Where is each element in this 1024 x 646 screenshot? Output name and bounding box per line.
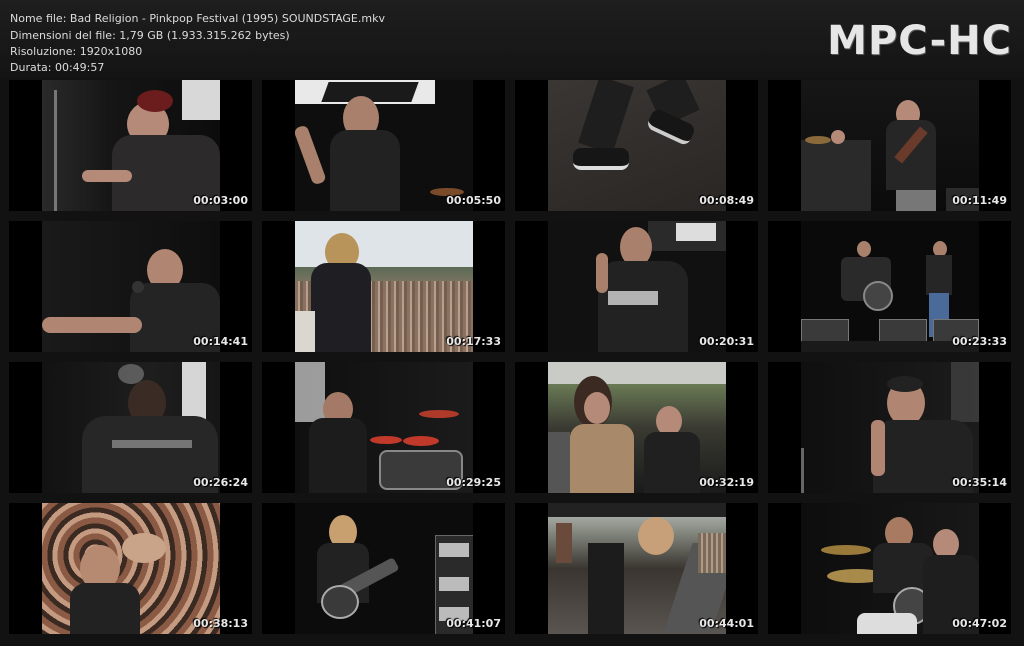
thumbnail-image <box>42 503 220 634</box>
timestamp: 00:03:00 <box>193 194 248 207</box>
thumbnail[interactable]: 00:38:13 <box>9 503 252 634</box>
timestamp: 00:41:07 <box>446 617 501 630</box>
thumbnail-image <box>42 362 220 493</box>
thumbnail[interactable]: 00:26:24 <box>9 362 252 493</box>
resolution-text: Risoluzione: 1920x1080 <box>10 45 143 58</box>
thumbnail-image <box>548 362 726 493</box>
thumbnail-image <box>548 503 726 634</box>
thumbnail[interactable]: 00:47:02 <box>768 503 1011 634</box>
thumbnail-grid: 00:03:00 00:05:50 00:08:49 00:11:49 00:1… <box>0 78 1024 646</box>
thumbnail-image <box>42 80 220 211</box>
timestamp: 00:05:50 <box>446 194 501 207</box>
thumbnail-image <box>295 80 473 211</box>
timestamp: 00:26:24 <box>193 476 248 489</box>
thumbnail-image <box>548 221 726 352</box>
timestamp: 00:11:49 <box>952 194 1007 207</box>
thumbnail-image <box>295 362 473 493</box>
thumbnail[interactable]: 00:11:49 <box>768 80 1011 211</box>
timestamp: 00:38:13 <box>193 617 248 630</box>
timestamp: 00:17:33 <box>446 335 501 348</box>
thumbnail[interactable]: 00:44:01 <box>515 503 758 634</box>
timestamp: 00:14:41 <box>193 335 248 348</box>
mpc-hc-logo: MPC-HC <box>827 18 1012 64</box>
file-size-text: Dimensioni del file: 1,79 GB (1.933.315.… <box>10 29 290 42</box>
thumbnail[interactable]: 00:20:31 <box>515 221 758 352</box>
thumbnail[interactable]: 00:08:49 <box>515 80 758 211</box>
timestamp: 00:44:01 <box>699 617 754 630</box>
thumbnail-image <box>295 221 473 352</box>
thumbnail[interactable]: 00:17:33 <box>262 221 505 352</box>
thumbnail[interactable]: 00:14:41 <box>9 221 252 352</box>
file-name-text: Nome file: Bad Religion - Pinkpop Festiv… <box>10 12 385 25</box>
thumbnail[interactable]: 00:23:33 <box>768 221 1011 352</box>
thumbnail-image <box>801 80 979 211</box>
thumbnail-image <box>801 221 979 352</box>
timestamp: 00:35:14 <box>952 476 1007 489</box>
thumbnail[interactable]: 00:29:25 <box>262 362 505 493</box>
thumbnail-image <box>801 503 979 634</box>
thumbnail-image <box>295 503 473 634</box>
timestamp: 00:29:25 <box>446 476 501 489</box>
timestamp: 00:20:31 <box>699 335 754 348</box>
thumbnail-image <box>42 221 220 352</box>
thumbnail[interactable]: 00:05:50 <box>262 80 505 211</box>
thumbnail-image <box>548 80 726 211</box>
duration-text: Durata: 00:49:57 <box>10 61 105 74</box>
thumbnail[interactable]: 00:35:14 <box>768 362 1011 493</box>
thumbnail[interactable]: 00:03:00 <box>9 80 252 211</box>
thumbnail-image <box>801 362 979 493</box>
thumbnail[interactable]: 00:41:07 <box>262 503 505 634</box>
thumbnail[interactable]: 00:32:19 <box>515 362 758 493</box>
timestamp: 00:32:19 <box>699 476 754 489</box>
timestamp: 00:08:49 <box>699 194 754 207</box>
timestamp: 00:47:02 <box>952 617 1007 630</box>
info-header: Nome file: Bad Religion - Pinkpop Festiv… <box>0 0 1024 78</box>
timestamp: 00:23:33 <box>952 335 1007 348</box>
